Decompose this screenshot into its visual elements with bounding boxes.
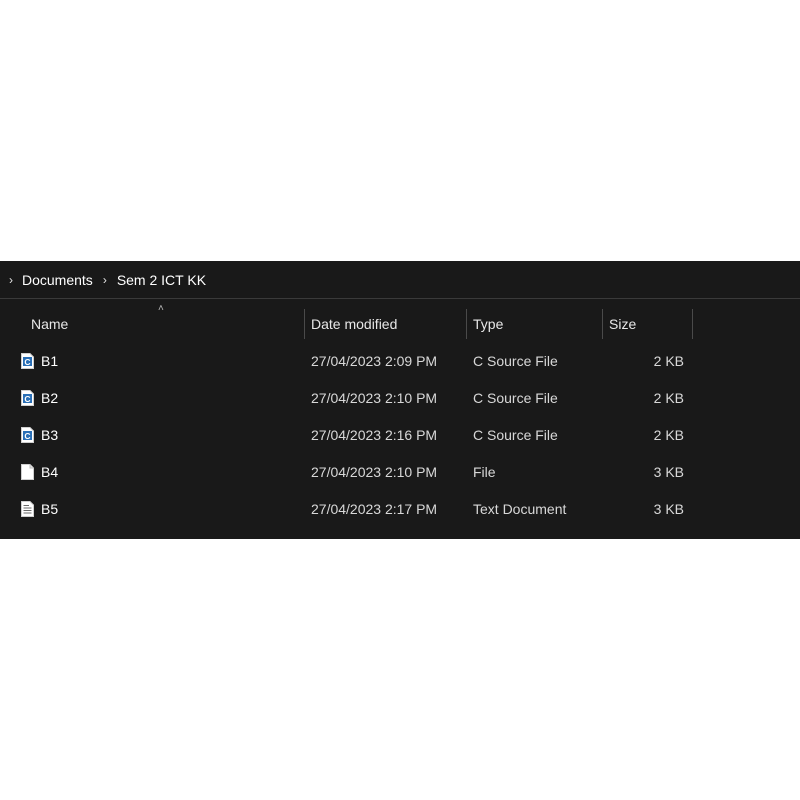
file-type: C Source File — [473, 353, 558, 369]
file-row-b2[interactable]: C B2 27/04/2023 2:10 PM C Source File 2 … — [0, 380, 800, 417]
file-size: 3 KB — [653, 464, 684, 480]
c-source-file-icon: C — [21, 353, 34, 369]
text-document-icon — [21, 501, 34, 517]
file-row-b1[interactable]: C B1 27/04/2023 2:09 PM C Source File 2 … — [0, 343, 800, 380]
file-row-b3[interactable]: C B3 27/04/2023 2:16 PM C Source File 2 … — [0, 417, 800, 454]
column-header-row: ˄ Name Date modified Type Size — [0, 303, 800, 339]
svg-text:C: C — [24, 357, 30, 367]
svg-text:C: C — [24, 394, 30, 404]
column-divider[interactable] — [602, 309, 603, 339]
column-divider[interactable] — [466, 309, 467, 339]
c-source-file-icon: C — [21, 427, 34, 443]
blank-file-icon — [21, 464, 34, 480]
column-header-name[interactable]: Name — [31, 309, 68, 339]
column-header-size[interactable]: Size — [609, 309, 636, 339]
column-divider[interactable] — [692, 309, 693, 339]
file-size: 2 KB — [653, 427, 684, 443]
column-divider[interactable] — [304, 309, 305, 339]
column-header-type[interactable]: Type — [473, 309, 503, 339]
file-name[interactable]: B2 — [41, 380, 58, 417]
file-date-modified: 27/04/2023 2:10 PM — [311, 464, 438, 480]
file-date-modified: 27/04/2023 2:10 PM — [311, 390, 438, 406]
file-type: File — [473, 464, 496, 480]
file-type: Text Document — [473, 501, 567, 517]
file-row-b5[interactable]: B5 27/04/2023 2:17 PM Text Document 3 KB — [0, 491, 800, 528]
file-name[interactable]: B5 — [41, 491, 58, 528]
file-name[interactable]: B1 — [41, 343, 58, 380]
file-size: 2 KB — [653, 390, 684, 406]
file-name[interactable]: B4 — [41, 454, 58, 491]
chevron-right-icon[interactable]: › — [4, 273, 18, 287]
svg-text:C: C — [24, 431, 30, 441]
file-size: 3 KB — [653, 501, 684, 517]
file-name[interactable]: B3 — [41, 417, 58, 454]
chevron-right-icon[interactable]: › — [98, 273, 112, 287]
file-row-b4[interactable]: B4 27/04/2023 2:10 PM File 3 KB — [0, 454, 800, 491]
file-explorer-pane: › Documents › Sem 2 ICT KK ˄ Name Date m… — [0, 261, 800, 539]
breadcrumb-item-documents[interactable]: Documents — [22, 272, 93, 288]
column-header-date-modified[interactable]: Date modified — [311, 309, 397, 339]
file-date-modified: 27/04/2023 2:09 PM — [311, 353, 438, 369]
breadcrumb-item-sem-2-ict-kk[interactable]: Sem 2 ICT KK — [117, 272, 206, 288]
file-size: 2 KB — [653, 353, 684, 369]
file-type: C Source File — [473, 390, 558, 406]
file-date-modified: 27/04/2023 2:16 PM — [311, 427, 438, 443]
c-source-file-icon: C — [21, 390, 34, 406]
sort-ascending-icon: ˄ — [158, 303, 164, 314]
file-type: C Source File — [473, 427, 558, 443]
file-date-modified: 27/04/2023 2:17 PM — [311, 501, 438, 517]
breadcrumb: › Documents › Sem 2 ICT KK — [0, 261, 800, 299]
